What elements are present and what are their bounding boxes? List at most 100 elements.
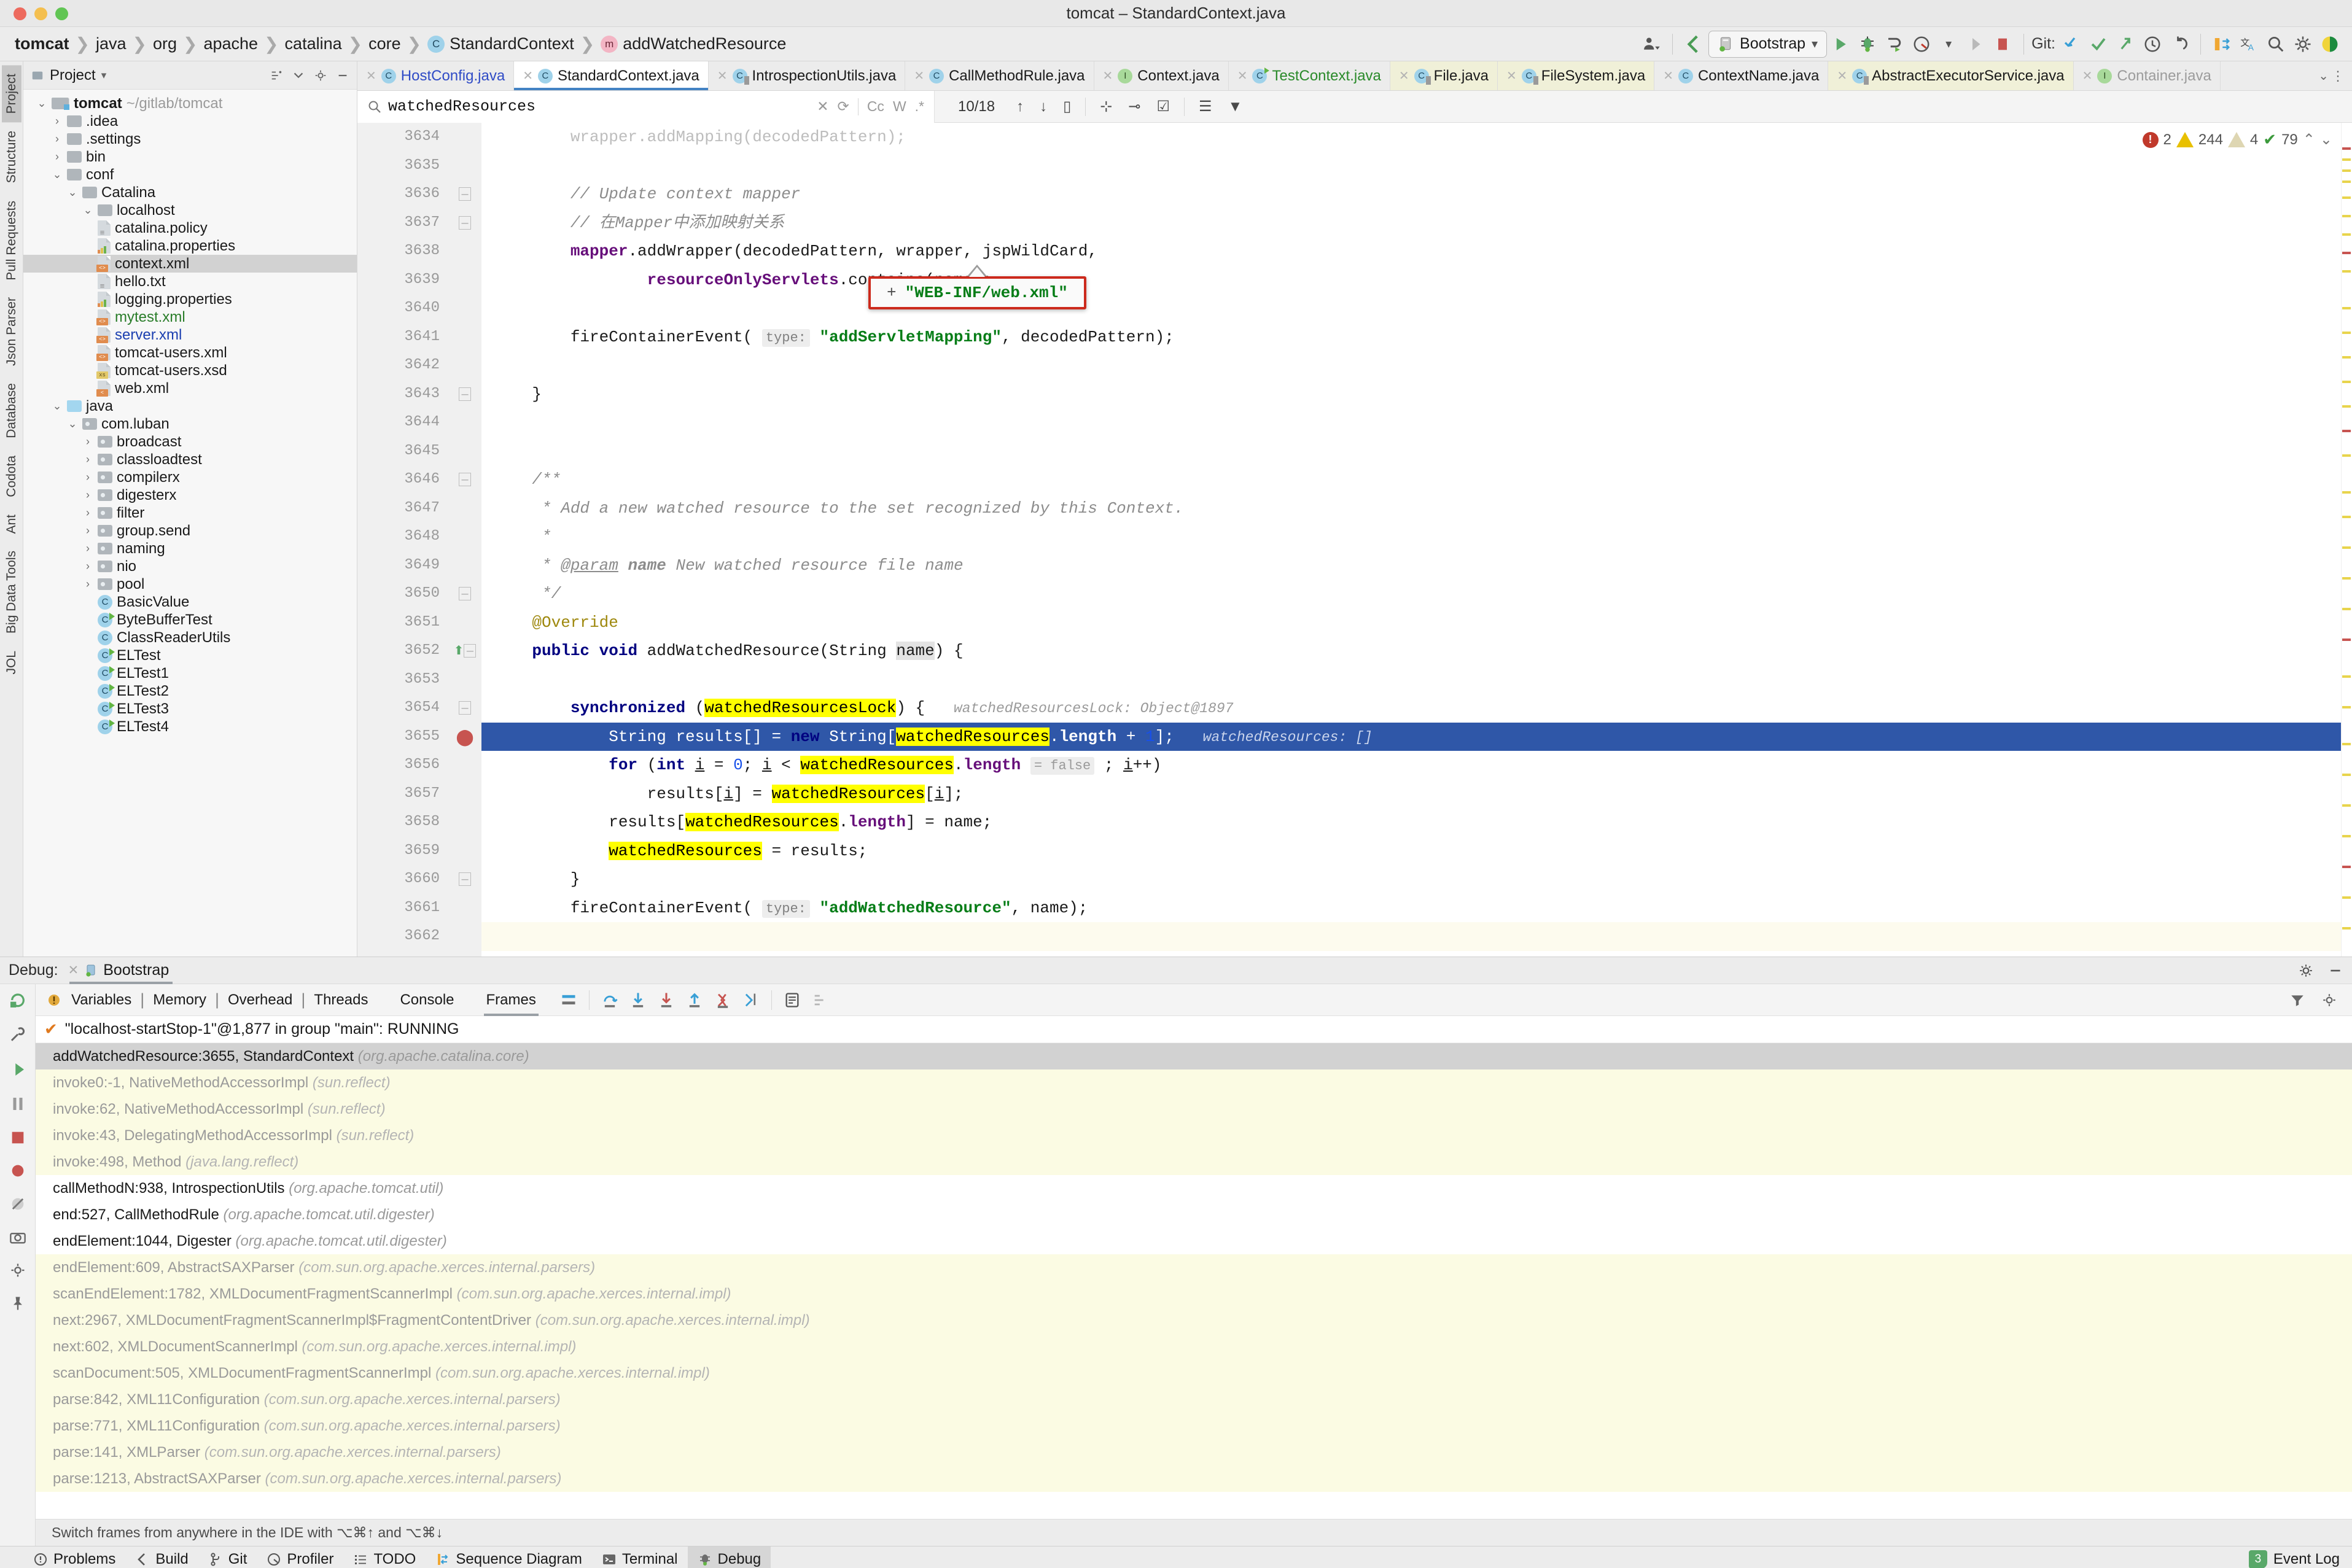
chevron-down-icon[interactable]: ⌄ [67,186,78,199]
stop-button[interactable] [1989,30,2016,58]
rail-item-structure[interactable]: Structure [2,122,21,192]
code-text-area[interactable]: wrapper.addMapping(decodedPattern); // U… [481,123,2341,957]
match-case-toggle[interactable]: Cc [867,98,884,115]
find-next-button[interactable]: ↓ [1032,98,1055,115]
layout-settings-icon[interactable] [806,987,835,1014]
error-stripe-mark[interactable] [2342,332,2351,334]
find-previous-button[interactable]: ↑ [1008,98,1032,115]
close-tab-icon[interactable]: ✕ [1103,68,1113,83]
back-arrow-icon[interactable] [1680,30,1708,58]
tree-node-web-xml[interactable]: < web.xml [23,379,357,397]
pause-program-icon[interactable] [9,1095,27,1113]
chevron-right-icon[interactable]: › [82,489,93,502]
code-editor[interactable]: 3634 3635 3636 3637 3638 3639 3640 3641 3642 3643… [357,123,2352,957]
code-line[interactable]: fireContainerEvent( type: "addServletMap… [481,323,2341,352]
close-tab-icon[interactable]: ✕ [366,68,376,83]
resume-program-icon[interactable] [9,1060,27,1079]
step-out-icon[interactable] [680,987,709,1014]
breadcrumb-item-core[interactable]: core [362,34,407,53]
settings-gear-icon[interactable] [314,69,327,82]
maximize-window-button[interactable] [55,7,68,20]
chevron-right-icon[interactable]: › [52,150,63,163]
error-stripe-mark[interactable] [2342,774,2351,776]
fold-marker[interactable]: – [448,580,481,608]
error-stripe-mark[interactable] [2342,215,2351,217]
run-button[interactable] [1827,30,1854,58]
error-stripe-mark[interactable] [2342,866,2351,868]
error-stripe-mark[interactable] [2342,675,2351,678]
chevron-down-icon[interactable]: ⌄ [82,204,93,217]
code-line[interactable] [481,152,2341,180]
code-line[interactable]: } [481,380,2341,409]
expand-all-icon[interactable] [270,69,283,82]
bottom-tab-debug[interactable]: Debug [687,1546,771,1568]
tree-node-bin[interactable]: › bin [23,148,357,166]
remove-line-button[interactable]: ⊸ [1120,98,1148,115]
frame-row[interactable]: parse:1213, AbstractSAXParser (com.sun.o… [36,1465,2352,1492]
close-tab-icon[interactable]: ✕ [1399,68,1409,83]
bottom-tab-git[interactable]: Git [198,1547,257,1568]
compare-icon[interactable] [2208,30,2235,58]
fold-marker[interactable]: – [448,380,481,409]
fold-marker[interactable]: – [448,180,481,209]
chevron-right-icon[interactable]: › [52,115,63,128]
rail-item-jol[interactable]: JOL [2,642,21,683]
previous-highlight-button[interactable]: ⌃ [2303,131,2315,149]
error-stripe-mark[interactable] [2342,804,2351,807]
tree-node-conf[interactable]: ⌄ conf [23,166,357,184]
inspection-status-widget[interactable]: ! 2 244 4 ✔ 79 ⌃ ⌄ [2138,128,2336,152]
error-stripe-mark[interactable] [2342,546,2351,549]
code-line[interactable]: resourceOnlyServlets.contains(name); [481,266,2341,295]
error-stripe-mark[interactable] [2342,927,2351,930]
code-line[interactable]: wrapper.addMapping(decodedPattern); [481,123,2341,152]
tree-node-pool[interactable]: › pool [23,575,357,593]
bottom-tab-sequence-diagram[interactable]: Sequence Diagram [426,1547,591,1568]
code-line[interactable]: synchronized (watchedResourcesLock) { wa… [481,694,2341,723]
editor-tab-file-java[interactable]: ✕ C File.java [1390,61,1498,90]
error-stripe-mark[interactable] [2342,577,2351,580]
editor-tab-standardcontext-java[interactable]: ✕ C StandardContext.java [514,61,709,90]
filter-button[interactable]: ▼ [1220,98,1251,115]
code-line[interactable]: // 在Mapper中添加映射关系 [481,209,2341,238]
hide-panel-icon[interactable] [2327,963,2343,979]
error-stripe-mark[interactable] [2342,158,2351,161]
frame-row[interactable]: invoke:62, NativeMethodAccessorImpl (sun… [36,1096,2352,1122]
frame-row[interactable]: next:602, XMLDocumentScannerImpl (com.su… [36,1333,2352,1360]
search-history-icon[interactable]: ⟳ [838,98,849,115]
event-log-button[interactable]: 3 Event Log [2248,1550,2352,1568]
error-stripe-mark[interactable] [2342,835,2351,837]
force-step-into-icon[interactable] [652,987,680,1014]
find-in-selection-button[interactable]: ☰ [1191,98,1220,115]
code-line[interactable]: mapper.addWrapper(decodedPattern, wrappe… [481,237,2341,266]
tree-node-naming[interactable]: › naming [23,540,357,557]
error-stripe-mark[interactable] [2342,516,2351,518]
run-with-coverage-icon[interactable] [1881,30,1908,58]
hide-panel-icon[interactable] [336,69,349,82]
settings-gear-icon[interactable] [2321,992,2337,1008]
close-tab-icon[interactable]: ✕ [1237,68,1248,83]
frame-row[interactable]: next:2967, XMLDocumentFragmentScannerImp… [36,1307,2352,1333]
rerun-debug-icon[interactable] [8,990,28,1010]
fold-marker[interactable]: – [448,694,481,723]
editor-tab-contextname-java[interactable]: ✕ C ContextName.java [1654,61,1829,90]
rail-item-big-data-tools[interactable]: Big Data Tools [2,542,21,642]
bottom-tool-window-bar[interactable]: Problems Build Git Profiler TODO Sequenc… [0,1546,2352,1568]
editor-tab-context-java[interactable]: ✕ I Context.java [1094,61,1229,90]
chevron-right-icon[interactable]: › [82,560,93,573]
chevron-right-icon[interactable]: › [82,578,93,591]
editor-tab-introspectionutils-java[interactable]: ✕ C IntrospectionUtils.java [709,61,906,90]
next-highlight-button[interactable]: ⌄ [2320,131,2332,149]
code-line[interactable] [481,437,2341,466]
tree-node-catalina-policy[interactable]: ≡ catalina.policy [23,219,357,238]
tab-console[interactable]: Console [391,984,462,1016]
frame-row[interactable]: end:527, CallMethodRule (org.apache.tomc… [36,1201,2352,1228]
error-stripe-mark[interactable] [2342,706,2351,708]
breadcrumb-item-apache[interactable]: apache [197,34,264,53]
tree-node-java[interactable]: ⌄ java [23,397,357,415]
rail-item-ant[interactable]: Ant [2,506,21,543]
tab-overhead[interactable]: Overhead [219,984,301,1016]
code-line[interactable]: * Add a new watched resource to the set … [481,494,2341,523]
tree-node-tomcat[interactable]: ⌄ tomcat ~/gitlab/tomcat [23,95,357,112]
code-line[interactable] [481,408,2341,437]
code-line[interactable]: // Update context mapper [481,180,2341,209]
